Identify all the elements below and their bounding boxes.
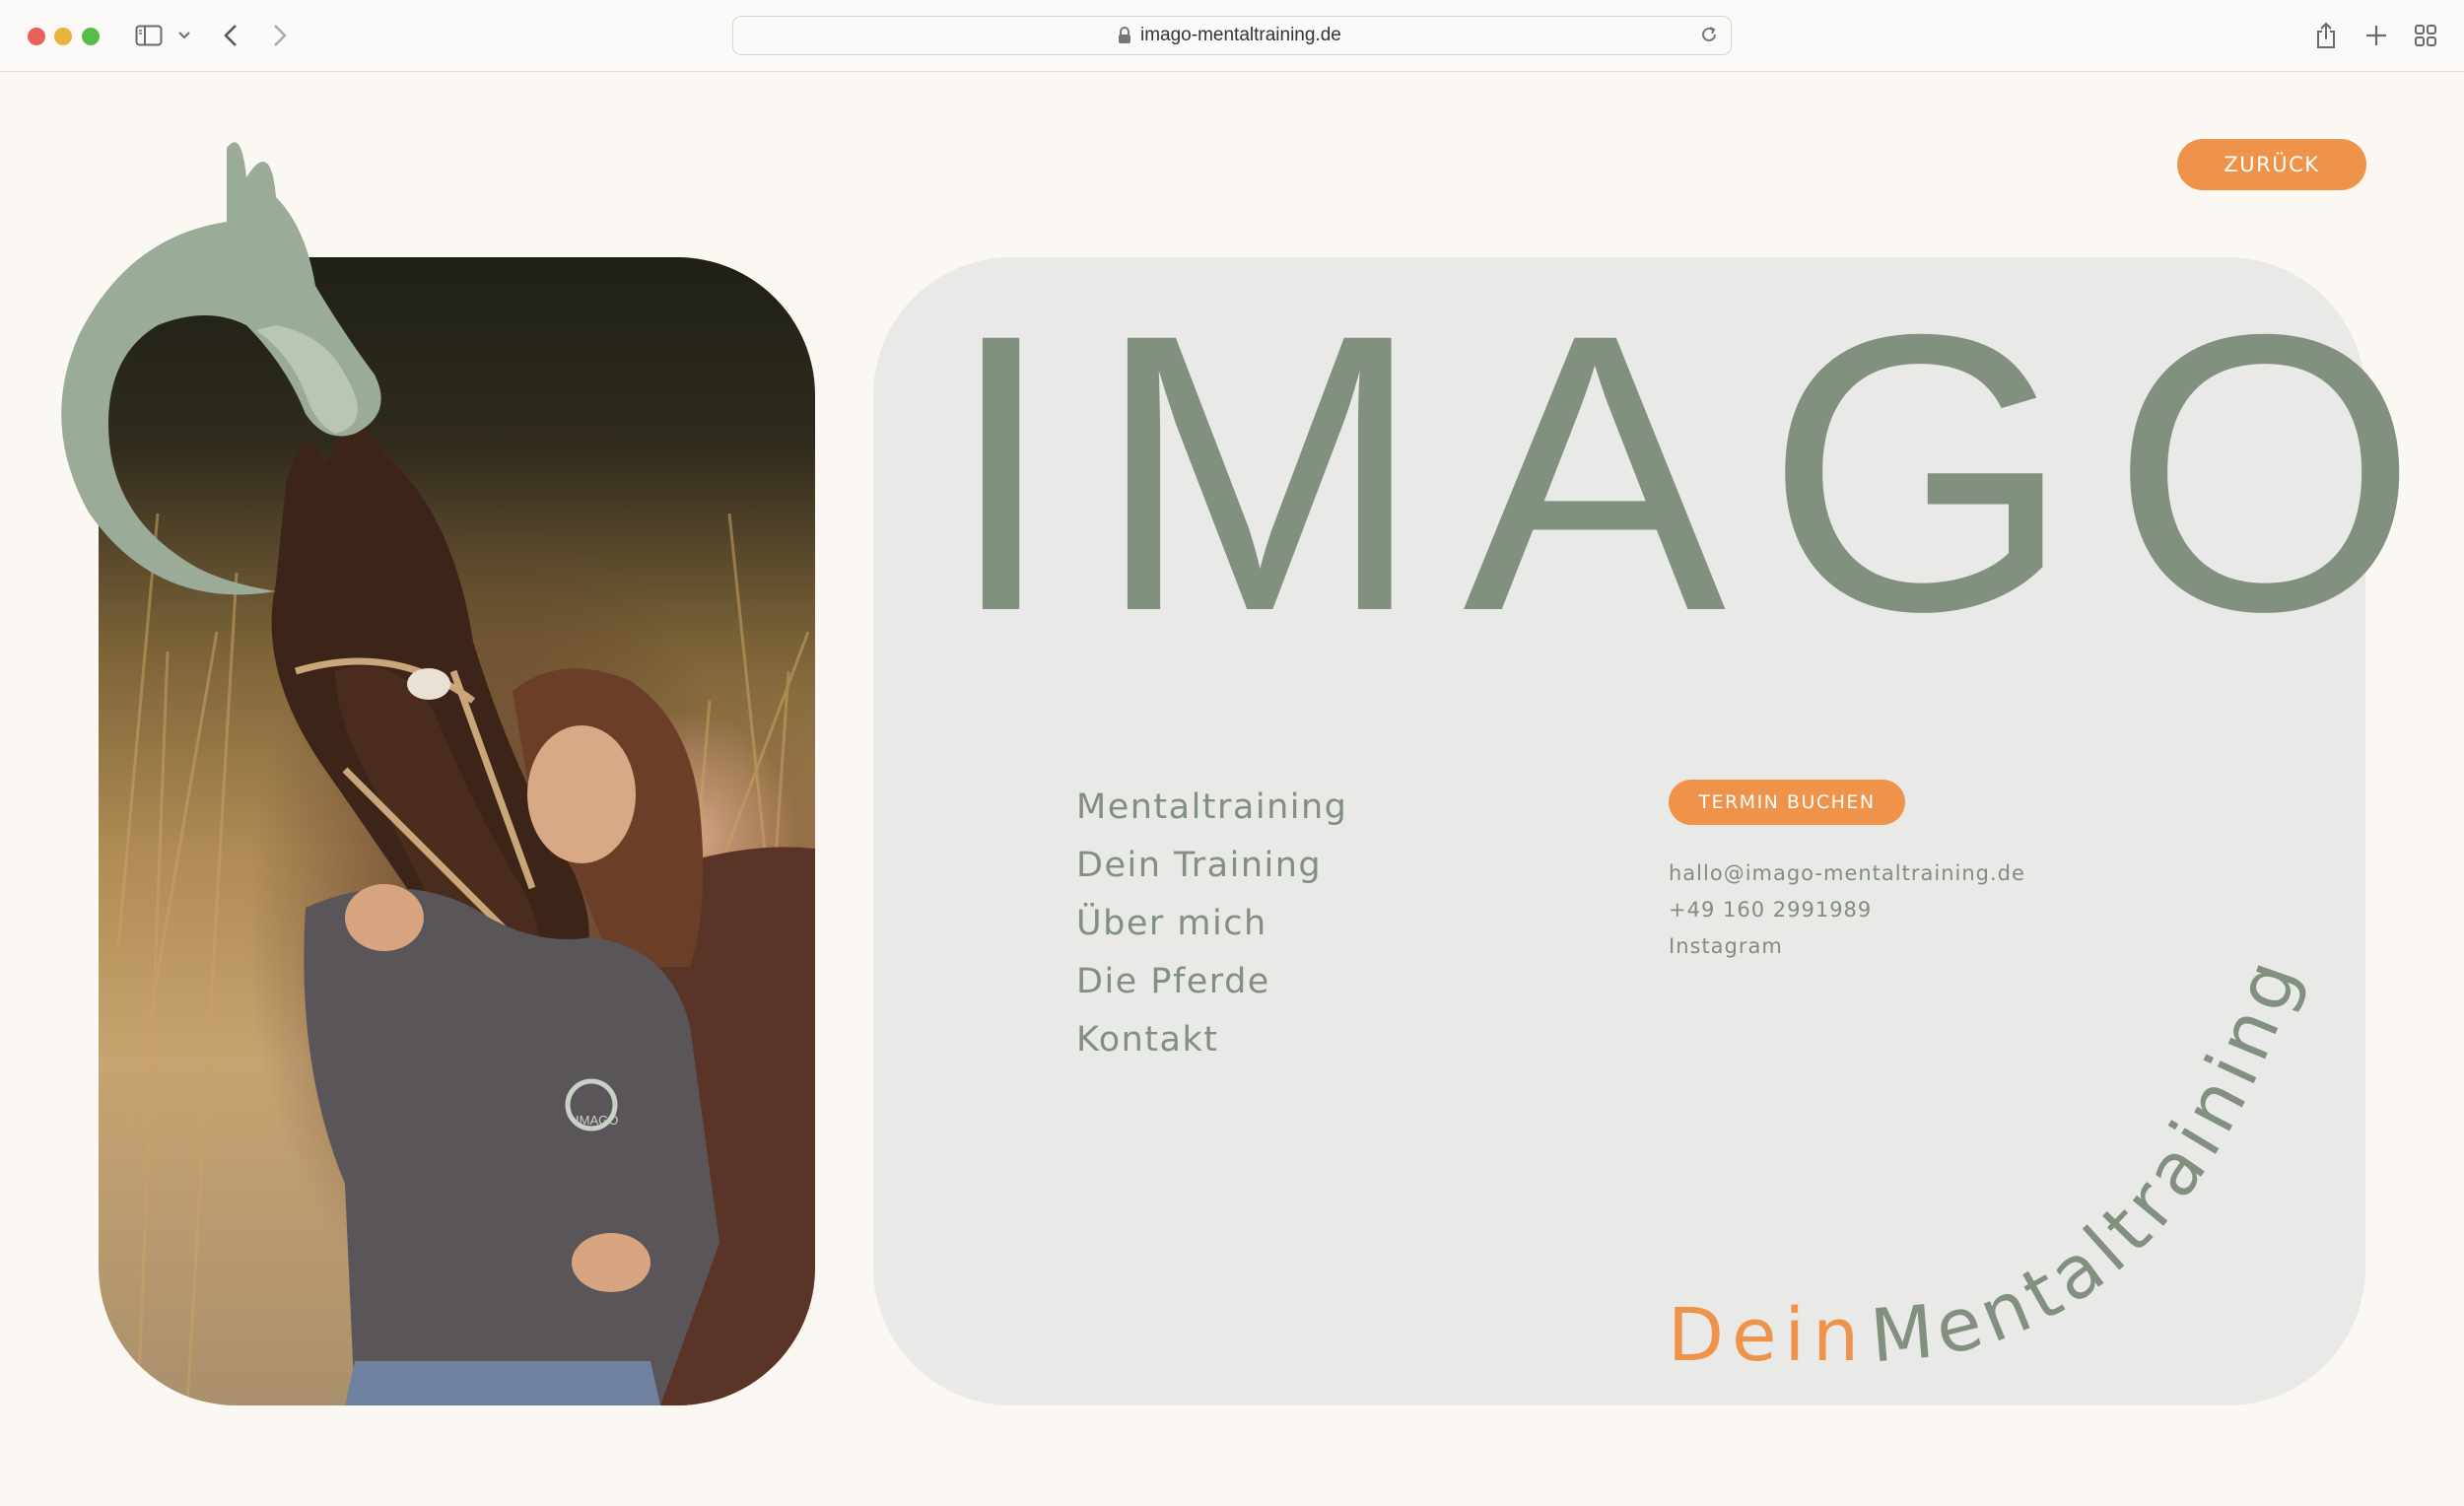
book-appointment-button[interactable]: TERMIN BUCHEN — [1669, 780, 1905, 825]
tagline: Dein Mentaltraining — [1668, 943, 2317, 1379]
nav-die-pferde[interactable]: Die Pferde — [1076, 953, 1347, 1011]
lock-icon — [1118, 27, 1131, 48]
address-bar[interactable]: imago-mentaltraining.de — [732, 16, 1732, 55]
shirt-logo-text: IMAGO — [576, 1113, 618, 1128]
chevron-down-icon[interactable] — [177, 20, 191, 51]
share-icon[interactable] — [2312, 20, 2340, 51]
minimize-window-button[interactable] — [54, 28, 72, 45]
browser-toolbar: imago-mentaltraining.de — [0, 0, 2464, 72]
tab-overview-icon[interactable] — [2413, 20, 2438, 51]
tagline-dein: Dein — [1668, 1293, 1867, 1378]
nav-dein-training[interactable]: Dein Training — [1076, 837, 1347, 895]
tagline-mentaltraining: Mentaltraining — [1868, 943, 2317, 1379]
reload-icon[interactable] — [1699, 25, 1719, 48]
email-link[interactable]: hallo@imago-mentaltraining.de — [1669, 856, 2025, 892]
horse-logo-icon — [61, 142, 381, 595]
nav-ueber-mich[interactable]: Über mich — [1076, 895, 1347, 953]
brand-title: IMAGO — [946, 252, 2458, 693]
back-button[interactable]: ZURÜCK — [2177, 139, 2366, 190]
sidebar-toggle-icon[interactable] — [134, 20, 164, 51]
nav-kontakt[interactable]: Kontakt — [1076, 1011, 1347, 1069]
main-navigation: Mentaltraining Dein Training Über mich D… — [1076, 779, 1347, 1069]
back-arrow-icon[interactable] — [221, 20, 240, 51]
zoom-window-button[interactable] — [82, 28, 100, 45]
close-window-button[interactable] — [28, 28, 45, 45]
url-text: imago-mentaltraining.de — [1140, 25, 1341, 45]
forward-arrow-icon[interactable] — [270, 20, 290, 51]
new-tab-icon[interactable] — [2363, 20, 2389, 51]
nav-mentaltraining[interactable]: Mentaltraining — [1076, 779, 1347, 837]
phone-link[interactable]: +49 160 2991989 — [1669, 892, 2025, 928]
